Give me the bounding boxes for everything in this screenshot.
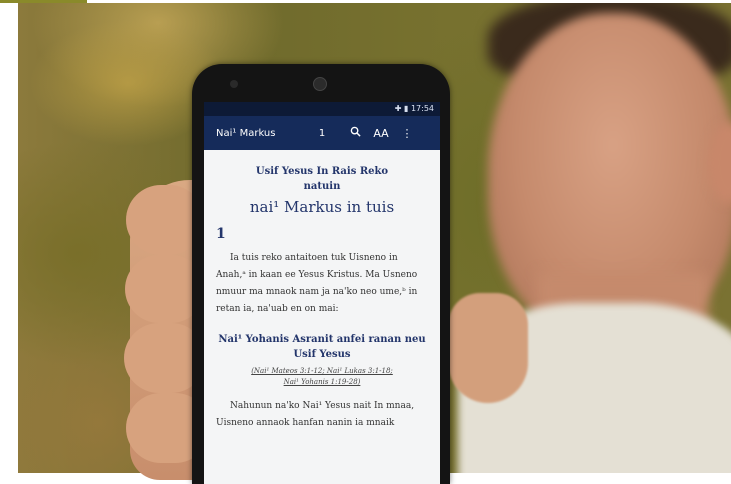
chapter-number: 1 <box>216 226 226 242</box>
signal-icon: ✚ ▮ <box>394 104 409 113</box>
text-size-button[interactable]: AA <box>370 127 392 140</box>
phone-sensor <box>230 80 238 88</box>
verse-paragraph-1: Ia tuis reko antaitoen tuk Uisneno in An… <box>216 253 418 314</box>
more-vert-icon[interactable]: ⋮ <box>396 127 418 140</box>
cross-references[interactable]: (Nai¹ Mateos 3:1-12; Nai¹ Lukas 3:1-18; … <box>216 366 428 388</box>
status-time: 17:54 <box>410 104 434 113</box>
smartphone: ✚ ▮ 17:54 Nai¹ Markus 1 AA ⋮ Usif Yesus … <box>192 64 450 484</box>
right-thumb <box>448 293 528 403</box>
book-selector[interactable]: Nai¹ Markus <box>216 128 292 139</box>
status-bar: ✚ ▮ 17:54 <box>204 102 440 116</box>
reference-line-2[interactable]: Nai¹ Yohanis 1:19-28) <box>216 377 428 388</box>
phone-screen: ✚ ▮ 17:54 Nai¹ Markus 1 AA ⋮ Usif Yesus … <box>204 102 440 484</box>
chapter-selector[interactable]: 1 <box>304 128 340 139</box>
book-heading-line2: natuin <box>303 181 341 192</box>
book-heading-line1: Usif Yesus In Rais Reko <box>255 166 389 177</box>
front-camera <box>313 77 327 91</box>
reference-line-1[interactable]: (Nai¹ Mateos 3:1-12; Nai¹ Lukas 3:1-18; <box>216 366 428 377</box>
scripture-content: Usif Yesus In Rais Reko natuin nai¹ Mark… <box>204 150 440 442</box>
app-bar: Nai¹ Markus 1 AA ⋮ <box>204 116 440 150</box>
search-icon[interactable] <box>344 126 366 140</box>
verse-paragraph-2: Nahunun na'ko Nai¹ Yesus nait In mnaa, U… <box>216 401 415 428</box>
section-heading: Nai¹ Yohanis Asranit anfei ranan neu Usi… <box>218 334 426 360</box>
book-title: nai¹ Markus in tuis <box>249 198 395 216</box>
